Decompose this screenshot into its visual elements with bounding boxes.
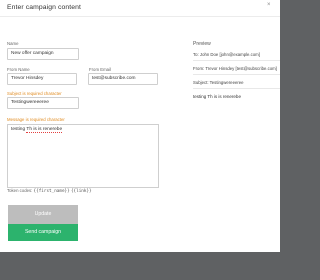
- message-text: testing: [11, 127, 27, 132]
- name-input[interactable]: New offer campaign: [7, 48, 79, 60]
- from-name-label: From Name: [7, 67, 30, 72]
- preview-to: To: John Doe [john@example.com]: [193, 52, 260, 57]
- token-first-name[interactable]: {{first_name}}: [34, 189, 70, 194]
- preview-label: Preview: [193, 41, 211, 47]
- preview-body: testing Th is is renerebe: [193, 94, 241, 99]
- subject-input[interactable]: Testingwereeeree: [7, 97, 79, 109]
- campaign-modal: Enter campaign content × Name New offer …: [0, 0, 280, 252]
- send-campaign-button[interactable]: Send campaign: [8, 224, 78, 241]
- from-email-label: From Email: [89, 67, 111, 72]
- preview-divider: [193, 74, 280, 75]
- preview-divider: [193, 88, 280, 89]
- from-name-input[interactable]: Trevor Hinsdey: [7, 73, 77, 85]
- preview-divider: [193, 60, 280, 61]
- token-link[interactable]: {{link}}: [71, 189, 92, 194]
- message-textarea[interactable]: testing Th is is renerebe: [7, 124, 159, 188]
- misspelled-text: Th is is renerebe: [26, 127, 63, 133]
- token-codes: Token codes: {{first_name}} {{link}}: [7, 188, 92, 194]
- preview-subject: Subject: Testingwereeeree: [193, 80, 244, 85]
- preview-from: From: Trevor Hinsdey [test@subscribe.com…: [193, 66, 277, 71]
- message-label: Message is required character: [7, 117, 65, 122]
- modal-title: Enter campaign content: [7, 4, 81, 11]
- from-email-input[interactable]: test@subscribe.com: [88, 73, 158, 85]
- close-icon[interactable]: ×: [267, 2, 271, 8]
- name-label: Name: [7, 41, 19, 46]
- token-codes-label: Token codes:: [7, 188, 34, 193]
- header-divider: [0, 16, 280, 17]
- subject-label: Subject is required character: [7, 91, 62, 96]
- update-button[interactable]: Update: [8, 205, 78, 224]
